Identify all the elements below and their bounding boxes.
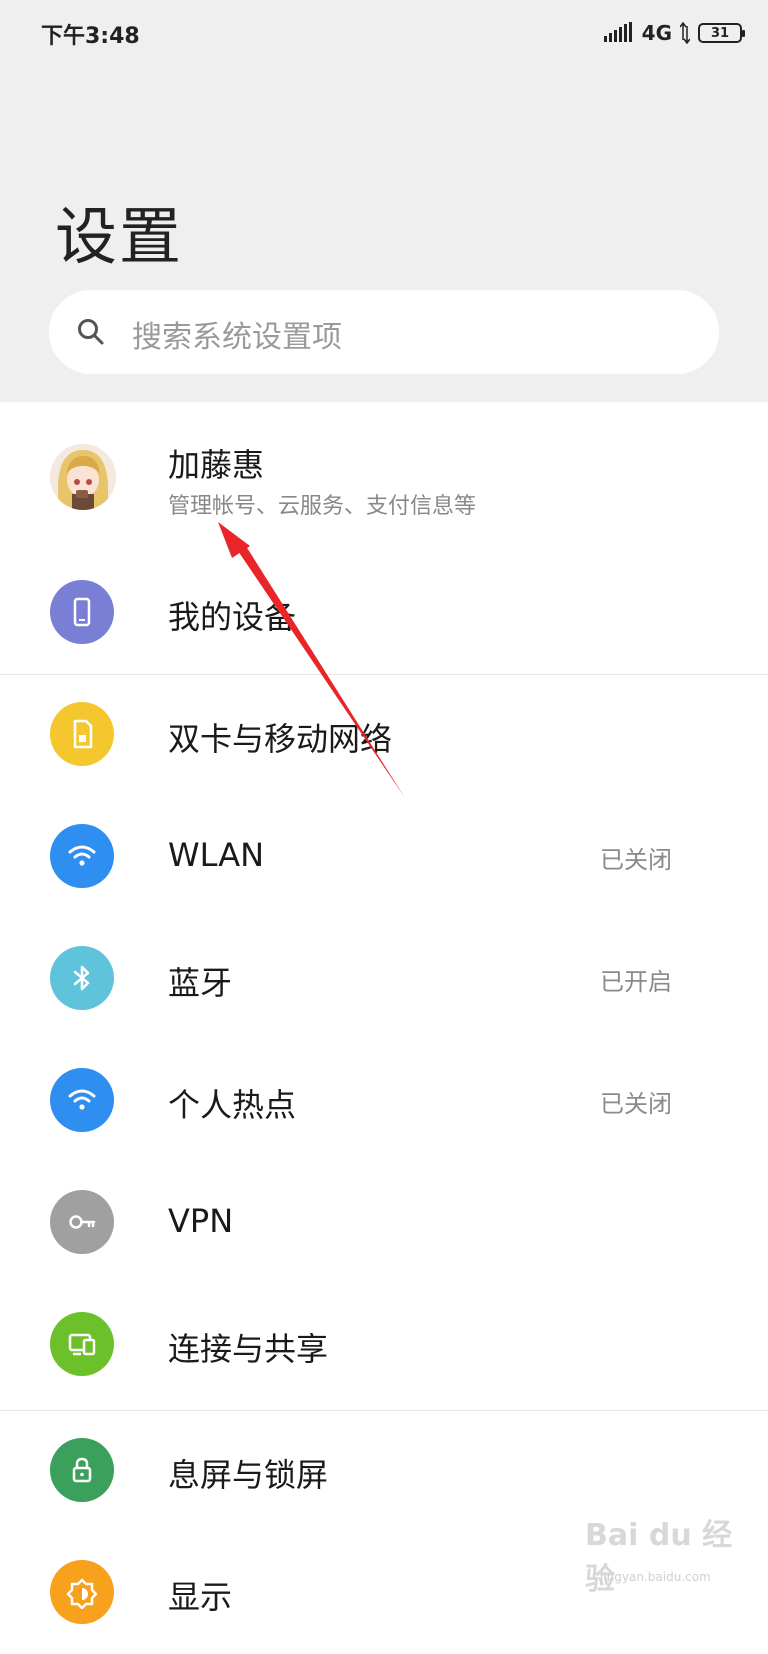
settings-item-label: 个人热点 — [168, 1086, 297, 1124]
settings-item-dual-sim[interactable]: 双卡与移动网络 — [0, 674, 768, 796]
settings-item-my-device[interactable]: 我的设备 — [0, 552, 768, 674]
account-subtitle: 管理帐号、云服务、支付信息等 — [168, 494, 477, 519]
settings-item-hotspot[interactable]: 个人热点 已关闭 — [0, 1040, 768, 1162]
status-time: 下午3:48 — [41, 24, 140, 49]
brightness-icon — [50, 1560, 114, 1624]
account-name: 加藤惠 — [168, 446, 265, 484]
avatar — [50, 444, 116, 510]
search-placeholder: 搜索系统设置项 — [132, 320, 342, 355]
settings-item-status: 已关闭 — [600, 846, 672, 874]
settings-item-connection-sharing[interactable]: 连接与共享 — [0, 1284, 768, 1406]
hotspot-icon — [50, 1068, 114, 1132]
status-bar: 下午3:48 4G 31 — [0, 0, 768, 70]
settings-item-vpn[interactable]: VPN — [0, 1162, 768, 1284]
watermark-url: jingyan.baidu.com — [600, 1570, 711, 1584]
signal-icon — [603, 22, 632, 42]
settings-item-wlan[interactable]: WLAN 已关闭 — [0, 796, 768, 918]
settings-item-status: 已关闭 — [600, 1090, 672, 1118]
settings-item-label: 息屏与锁屏 — [168, 1456, 329, 1494]
search-icon — [78, 319, 104, 345]
lock-icon — [50, 1438, 114, 1502]
settings-item-label: 蓝牙 — [168, 964, 233, 1002]
settings-item-label: 连接与共享 — [168, 1330, 329, 1368]
settings-item-label: VPN — [168, 1202, 234, 1240]
data-arrows-icon — [680, 22, 690, 44]
phone-icon — [50, 580, 114, 644]
settings-item-label: 显示 — [168, 1578, 233, 1616]
sim-card-icon — [50, 702, 114, 766]
settings-item-label: 双卡与移动网络 — [168, 720, 393, 758]
wifi-icon — [50, 824, 114, 888]
settings-header: 下午3:48 4G 31 设置 搜索系统设置项 — [0, 0, 768, 402]
battery-icon: 31 — [698, 23, 745, 43]
settings-item-bluetooth[interactable]: 蓝牙 已开启 — [0, 918, 768, 1040]
settings-item-label: 我的设备 — [168, 598, 297, 636]
battery-level: 31 — [710, 25, 730, 41]
devices-icon — [50, 1312, 114, 1376]
settings-item-label: WLAN — [168, 836, 265, 874]
status-icons: 4G 31 — [603, 20, 745, 46]
page-title: 设置 — [55, 200, 184, 273]
key-icon — [50, 1190, 114, 1254]
settings-item-status: 已开启 — [600, 968, 672, 996]
bluetooth-icon — [50, 946, 114, 1010]
network-type: 4G — [641, 21, 672, 45]
